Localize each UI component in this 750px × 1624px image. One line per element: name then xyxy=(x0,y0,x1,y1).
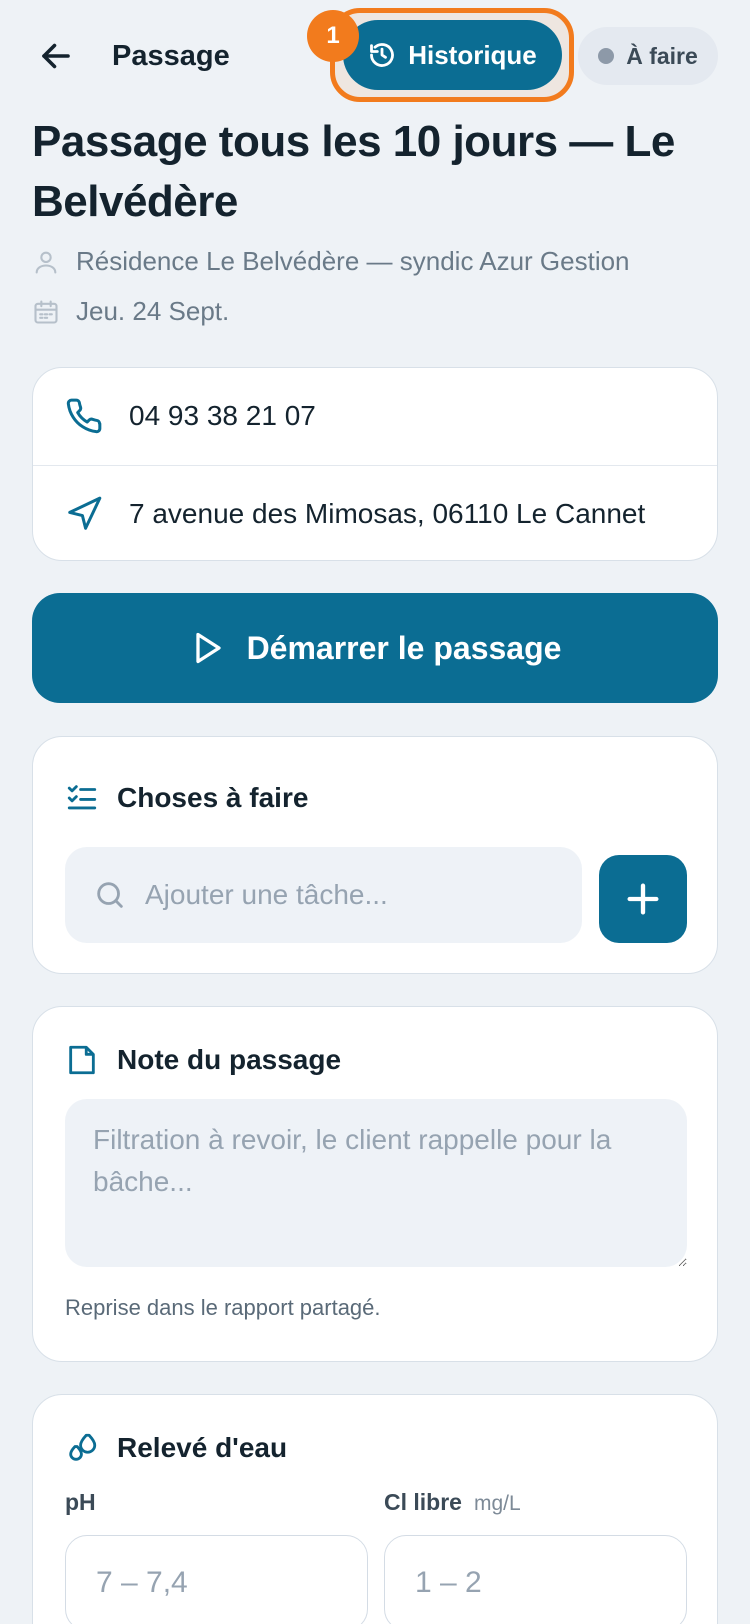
address-row[interactable]: 7 avenue des Mimosas, 06110 Le Cannet xyxy=(33,465,717,561)
task-input-box[interactable] xyxy=(65,847,582,943)
task-input[interactable] xyxy=(145,879,535,911)
calendar-icon xyxy=(34,299,58,324)
history-icon xyxy=(370,43,395,67)
water-header: Relevé d'eau xyxy=(65,1431,287,1465)
back-button[interactable] xyxy=(34,34,78,78)
note-hint: Reprise dans le rapport partagé. xyxy=(65,1295,381,1320)
step-badge: 1 xyxy=(307,10,359,62)
search-icon xyxy=(97,882,123,908)
date-row: Jeu. 24 Sept. xyxy=(32,296,229,327)
header-title: Passage xyxy=(112,40,230,72)
ph-input[interactable] xyxy=(65,1535,368,1624)
user-icon xyxy=(35,251,57,274)
ph-label-row: pH xyxy=(65,1489,96,1516)
water-reading-card: Relevé d'eau pH Cl libre mg/L xyxy=(32,1394,718,1624)
note-card: Note du passage Reprise dans le rapport … xyxy=(32,1006,718,1362)
note-title: Note du passage xyxy=(117,1044,342,1075)
start-visit-button[interactable]: Démarrer le passage xyxy=(32,593,718,703)
address-text: 7 avenue des Mimosas, 06110 Le Cannet xyxy=(129,497,646,529)
note-textarea[interactable] xyxy=(65,1099,687,1267)
checklist-icon xyxy=(67,785,97,810)
visit-date: Jeu. 24 Sept. xyxy=(76,296,230,326)
history-button-label: Historique xyxy=(408,39,537,70)
status-badge: À faire xyxy=(578,27,718,85)
add-task-button[interactable] xyxy=(599,855,687,943)
note-icon xyxy=(69,1045,95,1075)
client-name: Résidence Le Belvédère — syndic Azur Ges… xyxy=(76,246,630,276)
plus-icon xyxy=(627,883,659,915)
start-visit-label: Démarrer le passage xyxy=(246,629,562,666)
water-title: Relevé d'eau xyxy=(117,1432,288,1463)
cl-unit: mg/L xyxy=(473,1492,521,1515)
contact-card: 04 93 38 21 07 7 avenue des Mimosas, 061… xyxy=(32,367,718,561)
phone-row[interactable]: 04 93 38 21 07 xyxy=(33,368,717,464)
play-icon xyxy=(195,632,221,664)
ph-label: pH xyxy=(65,1489,96,1515)
droplets-icon xyxy=(69,1433,97,1461)
client-row: Résidence Le Belvédère — syndic Azur Ges… xyxy=(32,246,630,277)
todo-card: Choses à faire xyxy=(32,736,718,974)
status-label: À faire xyxy=(626,42,698,69)
cl-label: Cl libre xyxy=(384,1489,462,1515)
page-title: Passage tous les 10 jours — Le Belvédère xyxy=(32,117,675,226)
arrow-left-icon xyxy=(42,43,70,69)
navigation-icon xyxy=(68,496,102,530)
cl-label-row: Cl libre mg/L xyxy=(384,1489,521,1516)
todo-title: Choses à faire xyxy=(117,782,309,813)
phone-icon xyxy=(66,398,102,434)
history-button[interactable]: Historique xyxy=(343,20,562,90)
phone-number: 04 93 38 21 07 xyxy=(129,400,316,431)
todo-header: Choses à faire xyxy=(65,781,308,815)
note-header: Note du passage xyxy=(65,1043,341,1077)
status-dot xyxy=(598,48,615,64)
cl-input[interactable] xyxy=(384,1535,687,1624)
